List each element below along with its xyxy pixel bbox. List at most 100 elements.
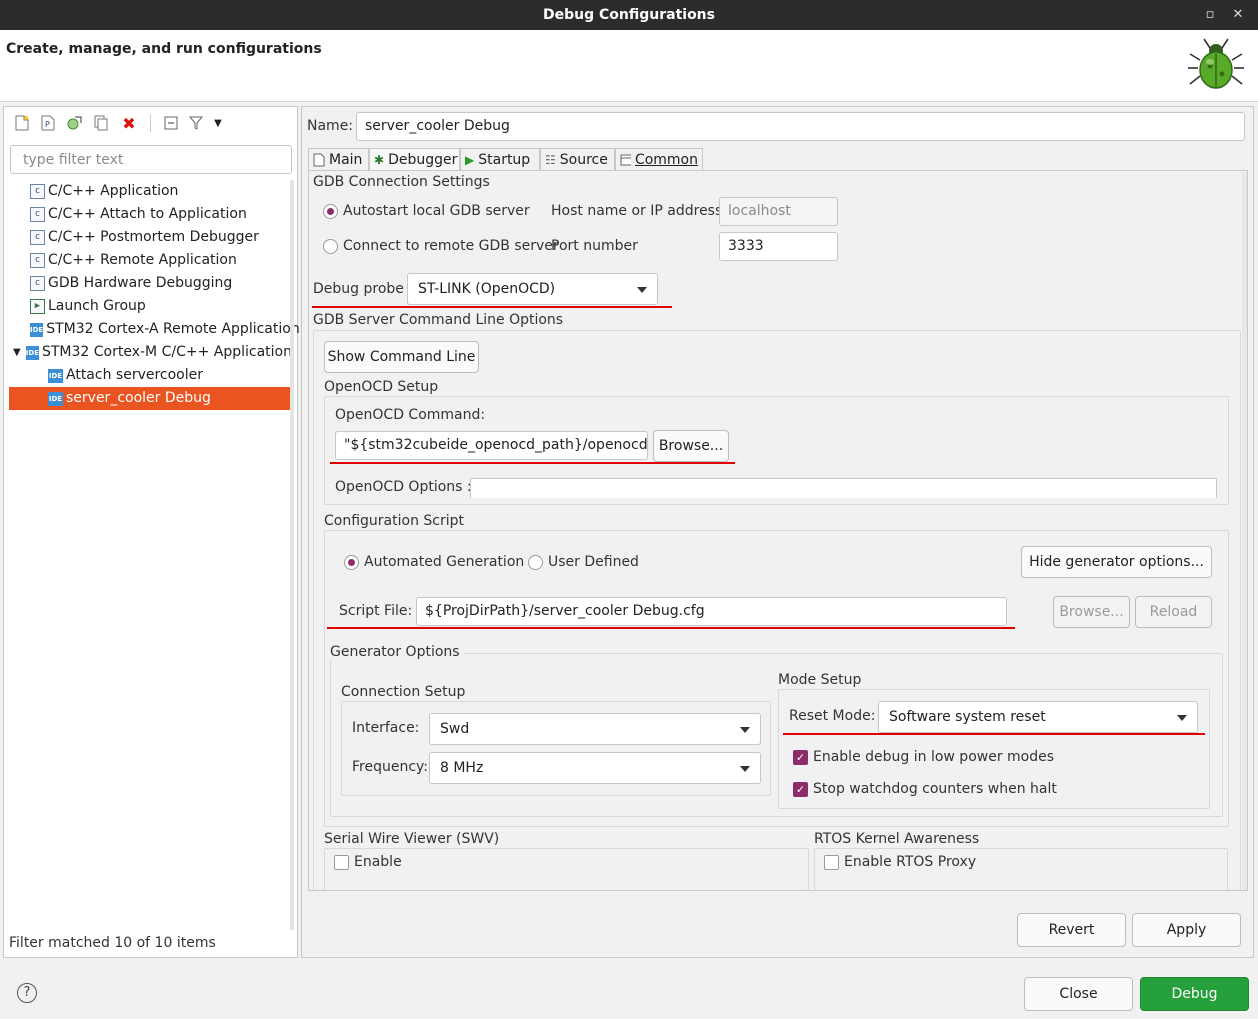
tree-item-launch-group[interactable]: ▶ Launch Group xyxy=(9,295,292,318)
show-command-line-button[interactable]: Show Command Line xyxy=(324,341,479,373)
tab-startup[interactable]: ▶ Startup xyxy=(460,148,540,170)
tree-item-server-cooler-debug[interactable]: IDE server_cooler Debug xyxy=(9,387,292,410)
connect-remote-radio[interactable] xyxy=(323,239,338,254)
common-tab-icon xyxy=(620,154,631,165)
filter-icon[interactable] xyxy=(187,114,205,132)
tab-main[interactable]: Main xyxy=(308,148,369,170)
openocd-options-label: OpenOCD Options : xyxy=(335,479,472,495)
debug-button[interactable]: Debug xyxy=(1140,977,1249,1011)
tree-item-label: STM32 Cortex-M C/C++ Application xyxy=(41,344,292,360)
autostart-radio[interactable] xyxy=(323,204,338,219)
filter-input[interactable] xyxy=(10,145,292,174)
frequency-label: Frequency: xyxy=(352,759,429,775)
dialog-header-title: Create, manage, and run configurations xyxy=(6,41,322,57)
tree-item-label: C/C++ Attach to Application xyxy=(48,206,247,222)
openocd-setup-title: OpenOCD Setup xyxy=(324,379,443,395)
chevron-down-icon[interactable]: ▼ xyxy=(13,341,26,364)
tree-item-label: C/C++ Postmortem Debugger xyxy=(48,229,259,245)
ide-icon: IDE xyxy=(48,368,63,383)
low-power-checkbox[interactable]: ✓ xyxy=(793,750,808,765)
automated-generation-label: Automated Generation xyxy=(364,554,525,570)
automated-generation-radio[interactable] xyxy=(344,555,359,570)
interface-select[interactable]: Swd xyxy=(429,713,761,745)
interface-label: Interface: xyxy=(352,720,420,736)
debug-probe-select[interactable]: ST-LINK (OpenOCD) xyxy=(407,273,658,305)
script-file-input[interactable]: ${ProjDirPath}/server_cooler Debug.cfg xyxy=(416,597,1007,626)
swv-enable-label: Enable xyxy=(354,854,402,870)
annotation-underline xyxy=(312,306,672,308)
tree-item-stm32-cortex-a[interactable]: IDE STM32 Cortex-A Remote Application xyxy=(9,318,300,341)
collapse-all-icon[interactable] xyxy=(162,114,180,132)
rtos-enable-checkbox[interactable] xyxy=(824,855,839,870)
filter-status: Filter matched 10 of 10 items xyxy=(9,935,216,951)
duplicate-icon[interactable] xyxy=(92,114,110,132)
tab-label: Common xyxy=(634,151,698,168)
new-prototype-icon[interactable]: P xyxy=(39,114,57,132)
close-button[interactable]: Close xyxy=(1024,977,1133,1011)
revert-button[interactable]: Revert xyxy=(1017,913,1126,947)
play-icon: ▶ xyxy=(465,152,475,167)
export-icon[interactable] xyxy=(65,114,83,132)
debug-probe-label: Debug probe xyxy=(313,281,404,297)
script-browse-button[interactable]: Browse... xyxy=(1053,596,1130,628)
c-icon: c xyxy=(30,230,45,245)
minimize-icon[interactable]: ▫ xyxy=(1198,0,1222,30)
interface-value: Swd xyxy=(440,721,470,737)
help-icon[interactable]: ? xyxy=(17,983,37,1003)
tree-item-cpp-attach[interactable]: c C/C++ Attach to Application xyxy=(9,203,292,226)
reset-mode-value: Software system reset xyxy=(889,709,1046,725)
frequency-select[interactable]: 8 MHz xyxy=(429,752,761,784)
rtos-enable-label: Enable RTOS Proxy xyxy=(844,854,977,870)
reset-mode-select[interactable]: Software system reset xyxy=(878,701,1198,733)
chevron-down-icon xyxy=(740,727,750,733)
tab-source[interactable]: ☷ Source xyxy=(540,148,615,170)
generator-options-title: Generator Options xyxy=(330,644,464,660)
chevron-down-icon xyxy=(1177,715,1187,721)
delete-icon[interactable]: ✖ xyxy=(120,114,138,133)
tree-item-attach-servercooler[interactable]: IDE Attach servercooler xyxy=(9,364,292,387)
host-input[interactable]: localhost xyxy=(719,197,838,226)
name-input[interactable]: server_cooler Debug xyxy=(356,112,1245,141)
frequency-value: 8 MHz xyxy=(440,760,484,776)
tree-item-cpp-remote[interactable]: c C/C++ Remote Application xyxy=(9,249,292,272)
host-label: Host name or IP address xyxy=(551,203,723,219)
port-input[interactable]: 3333 xyxy=(719,232,838,261)
tree-item-gdb-hardware[interactable]: c GDB Hardware Debugging xyxy=(9,272,292,295)
openocd-browse-button[interactable]: Browse... xyxy=(653,430,729,462)
tree-item-label: GDB Hardware Debugging xyxy=(48,275,233,291)
openocd-command-input[interactable]: "${stm32cubeide_openocd_path}/openocd" xyxy=(335,431,648,460)
watchdog-checkbox[interactable]: ✓ xyxy=(793,782,808,797)
tree-item-cpp-postmortem[interactable]: c C/C++ Postmortem Debugger xyxy=(9,226,292,249)
hide-generator-options-button[interactable]: Hide generator options... xyxy=(1021,546,1212,578)
port-label: Port number xyxy=(551,238,638,254)
tree-item-label: Attach servercooler xyxy=(66,367,204,383)
apply-button[interactable]: Apply xyxy=(1132,913,1241,947)
tree-item-cpp-application[interactable]: c C/C++ Application xyxy=(9,180,292,203)
openocd-options-input[interactable] xyxy=(470,478,1217,498)
tab-debugger[interactable]: ✱ Debugger xyxy=(369,148,460,170)
close-window-icon[interactable]: ✕ xyxy=(1226,0,1250,30)
tree-item-stm32-cortex-m[interactable]: ▼ IDE STM32 Cortex-M C/C++ Application xyxy=(9,341,292,364)
main-tab-icon xyxy=(313,153,325,166)
swv-title: Serial Wire Viewer (SWV) xyxy=(324,831,504,847)
swv-enable-checkbox[interactable] xyxy=(334,855,349,870)
gdb-connection-title: GDB Connection Settings xyxy=(313,174,494,190)
config-tree: c C/C++ Application c C/C++ Attach to Appl… xyxy=(9,180,300,410)
script-reload-button[interactable]: Reload xyxy=(1135,596,1212,628)
chevron-down-icon[interactable]: ▼ xyxy=(209,114,227,132)
tree-item-label: C/C++ Remote Application xyxy=(48,252,237,268)
new-config-icon[interactable] xyxy=(13,114,31,132)
c-icon: c xyxy=(30,184,45,199)
tree-item-label: server_cooler Debug xyxy=(66,390,211,406)
connect-remote-label: Connect to remote GDB server xyxy=(343,238,559,254)
tab-common[interactable]: Common xyxy=(615,148,703,170)
tree-scrollbar[interactable] xyxy=(290,180,294,930)
rtos-title: RTOS Kernel Awareness xyxy=(814,831,984,847)
user-defined-radio[interactable] xyxy=(528,555,543,570)
script-file-label: Script File: xyxy=(339,603,413,619)
chevron-down-icon xyxy=(637,287,647,293)
openocd-command-label: OpenOCD Command: xyxy=(335,407,486,423)
ide-icon: IDE xyxy=(48,391,63,406)
chevron-down-icon xyxy=(740,766,750,772)
editor-scrollbar[interactable] xyxy=(1242,172,1247,890)
